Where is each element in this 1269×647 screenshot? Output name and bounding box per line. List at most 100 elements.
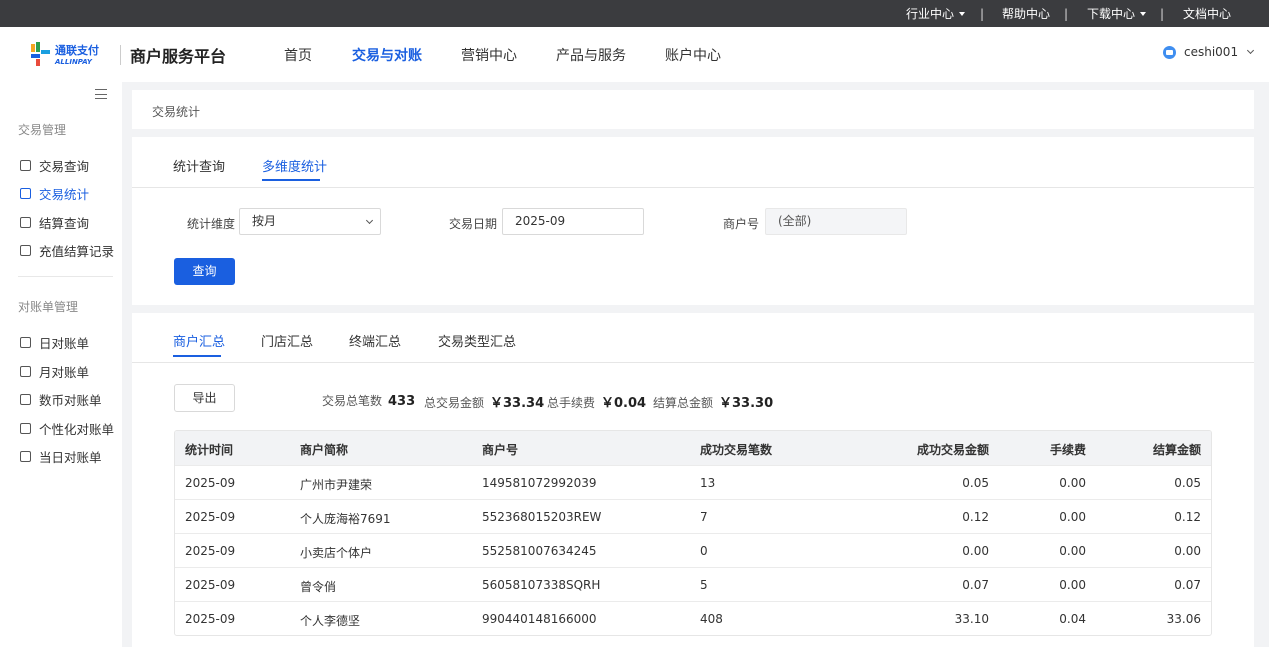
cell-merchant-name: 小卖店个体户 bbox=[300, 546, 373, 560]
sidebar-item-settle-query[interactable]: 结算查询 bbox=[20, 213, 89, 232]
sidebar-item-label: 交易统计 bbox=[39, 187, 90, 202]
cell-settle-amount: 33.06 bbox=[1166, 612, 1201, 626]
stat-label: 总交易金额 bbox=[424, 396, 485, 410]
sidebar-item-label: 结算查询 bbox=[39, 216, 90, 231]
tab-stat-query[interactable]: 统计查询 bbox=[173, 156, 225, 175]
date-input[interactable]: 2025-09 bbox=[502, 208, 644, 235]
cell-success-amount: 0.05 bbox=[962, 476, 989, 490]
sidebar-item-trade-stats[interactable]: 交易统计 bbox=[20, 184, 89, 203]
col-merchant-no[interactable]: 商户号 bbox=[482, 441, 518, 458]
nav-account[interactable]: 账户中心 bbox=[665, 45, 721, 65]
cell-fee: 0.04 bbox=[1059, 612, 1086, 626]
sidebar-item-today-statement[interactable]: 当日对账单 bbox=[20, 447, 102, 466]
caret-down-icon bbox=[1140, 12, 1147, 16]
breadcrumb: 交易统计 bbox=[152, 105, 201, 119]
nav-trade-reconcile[interactable]: 交易与对账 bbox=[352, 45, 422, 65]
sidebar-item-label: 充值结算记录 bbox=[39, 244, 115, 259]
tab-trade-type-summary[interactable]: 交易类型汇总 bbox=[438, 331, 516, 350]
cell-success-amount: 0.07 bbox=[962, 578, 989, 592]
cell-stat-time: 2025-09 bbox=[185, 510, 236, 524]
stat-value: ￥33.30 bbox=[719, 396, 774, 411]
cell-merchant-no: 552368015203REW bbox=[482, 510, 602, 524]
cell-settle-amount: 0.12 bbox=[1174, 510, 1201, 524]
nav-home[interactable]: 首页 bbox=[284, 45, 312, 65]
logo-divider bbox=[120, 45, 121, 65]
sidebar-group-statements: 对账单管理 bbox=[18, 300, 79, 314]
sidebar-divider bbox=[18, 276, 113, 277]
cell-success-count: 5 bbox=[700, 578, 708, 592]
cell-stat-time: 2025-09 bbox=[185, 578, 236, 592]
divider bbox=[132, 187, 1254, 188]
document-icon bbox=[20, 337, 31, 348]
user-menu[interactable]: ceshi001 bbox=[1163, 45, 1255, 59]
calendar-icon bbox=[20, 160, 31, 171]
allinpay-logo[interactable]: 通联支付 ALLINPAY bbox=[30, 41, 112, 67]
docs-center-link[interactable]: 文档中心 bbox=[1183, 0, 1231, 27]
tab-multi-dim-stats[interactable]: 多维度统计 bbox=[262, 156, 327, 175]
col-settle-amount[interactable]: 结算金额 bbox=[1153, 441, 1201, 458]
export-button[interactable]: 导出 bbox=[174, 384, 235, 412]
sidebar-group-trade: 交易管理 bbox=[18, 123, 67, 137]
date-label: 交易日期 bbox=[449, 217, 498, 231]
dimension-select[interactable]: 按月 bbox=[239, 208, 381, 235]
query-button[interactable]: 查询 bbox=[174, 258, 235, 285]
col-stat-time[interactable]: 统计时间 bbox=[185, 441, 233, 458]
sidebar-item-recharge-records[interactable]: 充值结算记录 bbox=[20, 241, 114, 260]
table-row[interactable]: 2025-09 个人李德坚 990440148166000 408 33.10 … bbox=[175, 601, 1211, 635]
col-success-count[interactable]: 成功交易笔数 bbox=[700, 441, 772, 458]
cell-merchant-name: 广州市尹建荣 bbox=[300, 478, 373, 492]
active-tab-indicator bbox=[262, 179, 320, 181]
table-row[interactable]: 2025-09 曾令俏 56058107338SQRH 5 0.07 0.00 … bbox=[175, 567, 1211, 601]
sidebar-item-custom-statement[interactable]: 个性化对账单 bbox=[20, 419, 114, 438]
cell-success-count: 7 bbox=[700, 510, 708, 524]
cell-success-count: 13 bbox=[700, 476, 716, 490]
stat-label: 交易总笔数 bbox=[322, 394, 383, 408]
download-center-link[interactable]: 下载中心 bbox=[1087, 0, 1147, 27]
merchant-no-field: (全部) bbox=[765, 208, 907, 235]
sidebar-item-label: 月对账单 bbox=[39, 365, 90, 380]
main-header: 通联支付 ALLINPAY 商户服务平台 首页 交易与对账 营销中心 产品与服务… bbox=[0, 27, 1269, 82]
cell-fee: 0.00 bbox=[1059, 578, 1086, 592]
table-row[interactable]: 2025-09 个人庞海裕7691 552368015203REW 7 0.12… bbox=[175, 499, 1211, 533]
cell-success-count: 408 bbox=[700, 612, 723, 626]
chevron-down-icon bbox=[1247, 46, 1255, 55]
avatar-icon bbox=[1163, 45, 1176, 59]
separator: | bbox=[980, 7, 985, 21]
sidebar-item-label: 交易查询 bbox=[39, 159, 90, 174]
sidebar-item-daily-statement[interactable]: 日对账单 bbox=[20, 333, 89, 352]
tab-store-summary[interactable]: 门店汇总 bbox=[261, 331, 313, 350]
sidebar-item-digital-currency-statement[interactable]: 数币对账单 bbox=[20, 390, 102, 409]
sidebar-item-label: 个性化对账单 bbox=[39, 422, 115, 437]
stat-label: 结算总金额 bbox=[653, 396, 714, 410]
summary-table: 统计时间 商户简称 商户号 成功交易笔数 成功交易金额 手续费 结算金额 202… bbox=[174, 430, 1212, 636]
username: ceshi001 bbox=[1184, 45, 1239, 59]
help-center-link[interactable]: 帮助中心 bbox=[1002, 0, 1050, 27]
cell-success-amount: 0.12 bbox=[962, 510, 989, 524]
table-header: 统计时间 商户简称 商户号 成功交易笔数 成功交易金额 手续费 结算金额 bbox=[175, 431, 1211, 465]
sidebar-item-trade-query[interactable]: 交易查询 bbox=[20, 156, 89, 175]
table-row[interactable]: 2025-09 小卖店个体户 552581007634245 0 0.00 0.… bbox=[175, 533, 1211, 567]
sidebar-item-monthly-statement[interactable]: 月对账单 bbox=[20, 362, 89, 381]
separator: | bbox=[1064, 7, 1069, 21]
nav-marketing[interactable]: 营销中心 bbox=[461, 45, 517, 65]
col-merchant-name[interactable]: 商户简称 bbox=[300, 441, 348, 458]
nav-products[interactable]: 产品与服务 bbox=[556, 45, 626, 65]
stat-value: ￥0.04 bbox=[601, 396, 647, 411]
stat-value: 433 bbox=[388, 394, 416, 409]
sidebar-item-label: 数币对账单 bbox=[39, 393, 102, 408]
table-row[interactable]: 2025-09 广州市尹建荣 149581072992039 13 0.05 0… bbox=[175, 465, 1211, 499]
sidebar-item-label: 日对账单 bbox=[39, 336, 90, 351]
cell-settle-amount: 0.00 bbox=[1174, 544, 1201, 558]
industry-center-link[interactable]: 行业中心 bbox=[906, 0, 966, 27]
stat-total-count: 交易总笔数 433 bbox=[322, 392, 415, 409]
cell-merchant-name: 曾令俏 bbox=[300, 580, 337, 594]
col-success-amount[interactable]: 成功交易金额 bbox=[917, 441, 989, 458]
tab-merchant-summary[interactable]: 商户汇总 bbox=[173, 331, 225, 350]
tab-terminal-summary[interactable]: 终端汇总 bbox=[349, 331, 401, 350]
menu-toggle-icon[interactable] bbox=[95, 89, 107, 99]
cell-stat-time: 2025-09 bbox=[185, 476, 236, 490]
col-fee[interactable]: 手续费 bbox=[1050, 441, 1086, 458]
chevron-down-icon bbox=[365, 216, 374, 225]
caret-down-icon bbox=[959, 12, 966, 16]
industry-center-label: 行业中心 bbox=[906, 7, 955, 21]
